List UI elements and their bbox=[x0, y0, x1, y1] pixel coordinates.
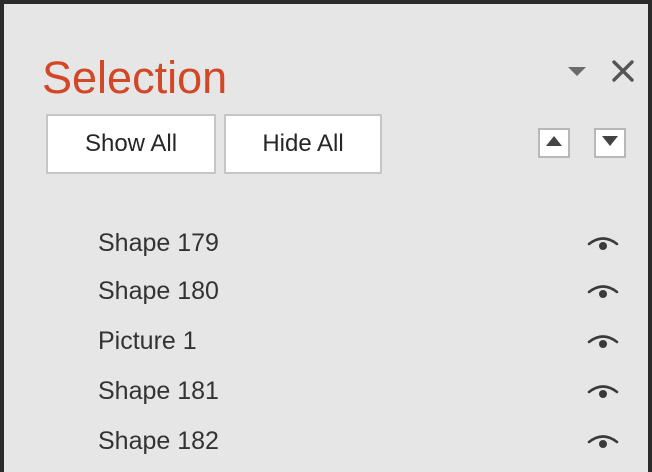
eye-icon[interactable] bbox=[586, 330, 620, 352]
list-item[interactable]: Picture 1 bbox=[4, 316, 648, 366]
close-icon bbox=[608, 56, 638, 86]
selection-pane: Selection Show All Hide All Shape 179 Sh… bbox=[0, 0, 652, 472]
pane-title: Selection bbox=[42, 52, 228, 103]
item-label: Shape 181 bbox=[98, 377, 219, 405]
dropdown-arrow-icon bbox=[564, 58, 590, 84]
show-all-button[interactable]: Show All bbox=[46, 114, 216, 174]
list-item[interactable]: Shape 182 bbox=[4, 416, 648, 466]
list-item[interactable]: Shape 179 bbox=[4, 218, 648, 268]
eye-icon[interactable] bbox=[586, 380, 620, 402]
bring-forward-button[interactable] bbox=[538, 128, 570, 158]
eye-icon[interactable] bbox=[586, 280, 620, 302]
item-label: Shape 182 bbox=[98, 427, 219, 455]
item-label: Picture 1 bbox=[98, 327, 197, 355]
item-label: Shape 180 bbox=[98, 277, 219, 305]
send-backward-button[interactable] bbox=[594, 128, 626, 158]
triangle-down-icon bbox=[601, 134, 619, 152]
eye-icon[interactable] bbox=[586, 430, 620, 452]
pane-options-button[interactable] bbox=[564, 58, 590, 84]
eye-icon[interactable] bbox=[586, 232, 620, 254]
item-label: Shape 179 bbox=[98, 229, 219, 257]
hide-all-button[interactable]: Hide All bbox=[224, 114, 382, 174]
triangle-up-icon bbox=[545, 134, 563, 152]
list-item[interactable]: Shape 180 bbox=[4, 266, 648, 316]
close-pane-button[interactable] bbox=[608, 56, 638, 86]
list-item[interactable]: Shape 181 bbox=[4, 366, 648, 416]
